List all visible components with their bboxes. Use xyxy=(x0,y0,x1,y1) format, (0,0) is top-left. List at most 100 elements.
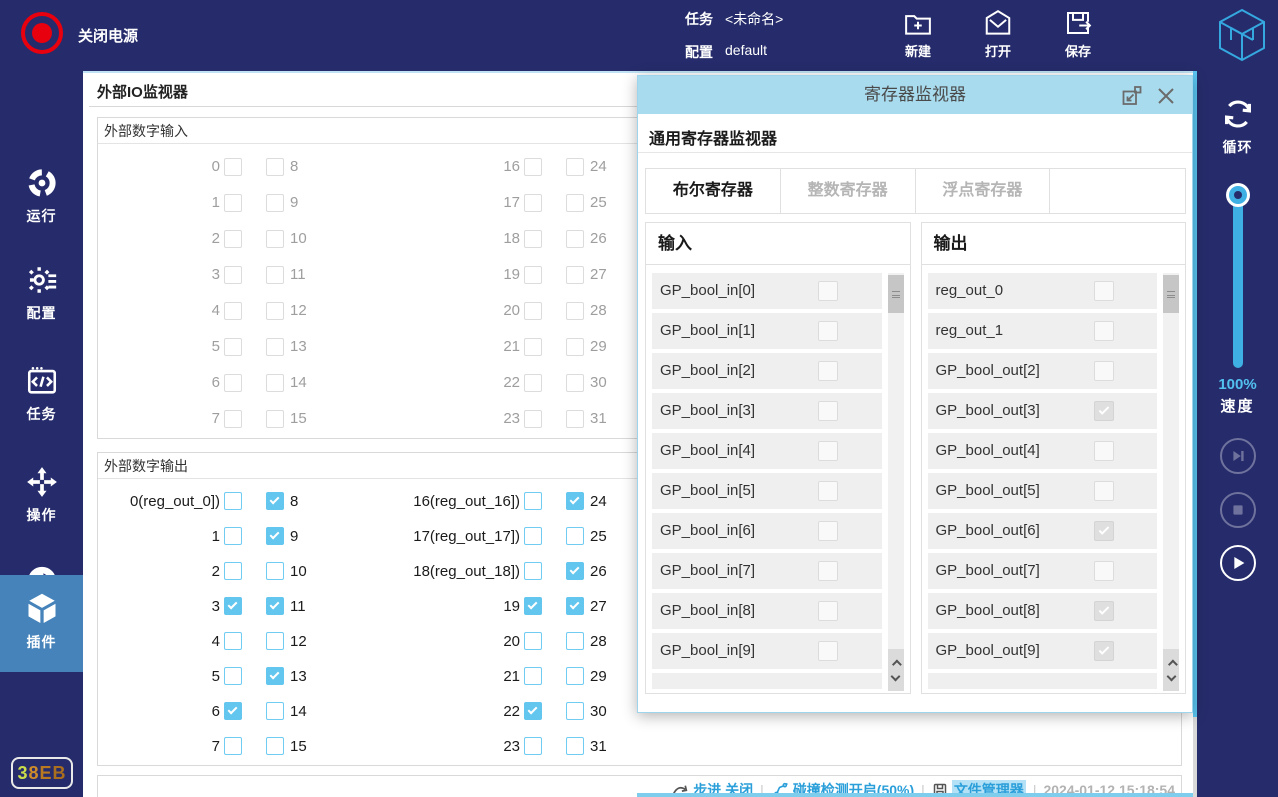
list-item-label: GP_bool_in[0] xyxy=(660,273,755,309)
register-tab[interactable]: 布尔寄存器 xyxy=(646,169,781,213)
io-checkbox xyxy=(524,266,542,284)
io-checkbox[interactable] xyxy=(266,737,284,755)
io-checkbox[interactable] xyxy=(266,632,284,650)
register-tab[interactable]: 整数寄存器 xyxy=(781,169,916,213)
io-label: 3 xyxy=(98,589,220,624)
io-checkbox[interactable] xyxy=(524,527,542,545)
badge-char: B xyxy=(53,763,67,784)
open-button[interactable]: 打开 xyxy=(974,8,1022,60)
io-checkbox xyxy=(224,266,242,284)
io-checkbox[interactable] xyxy=(524,702,542,720)
io-checkbox[interactable] xyxy=(266,527,284,545)
play-button[interactable] xyxy=(1220,545,1256,581)
register-tab[interactable]: 浮点寄存器 xyxy=(916,169,1051,213)
io-checkbox xyxy=(224,374,242,392)
popout-icon[interactable] xyxy=(1120,84,1144,108)
sidebar-item-config[interactable]: 配置 xyxy=(0,263,83,323)
step-forward-button[interactable] xyxy=(1220,438,1256,474)
io-checkbox[interactable] xyxy=(266,702,284,720)
speed-value: 100% xyxy=(1197,376,1278,393)
stop-button[interactable] xyxy=(1220,492,1256,528)
io-checkbox[interactable] xyxy=(566,492,584,510)
scrollbar-thumb[interactable] xyxy=(1163,275,1179,313)
io-label: 2 xyxy=(98,554,220,589)
io-label: 3 xyxy=(98,257,220,293)
io-checkbox[interactable] xyxy=(524,492,542,510)
right-toolbar: 循环 100% 速度 xyxy=(1197,71,1278,797)
io-checkbox[interactable] xyxy=(224,737,242,755)
io-checkbox[interactable] xyxy=(224,492,242,510)
sidebar-item-run[interactable]: 运行 xyxy=(0,166,83,226)
io-checkbox[interactable] xyxy=(224,597,242,615)
list-item-label: GP_bool_out[3] xyxy=(936,393,1040,429)
io-checkbox[interactable] xyxy=(566,562,584,580)
register-checkbox xyxy=(818,561,838,581)
dialog-header[interactable]: 寄存器监视器 xyxy=(638,76,1192,114)
io-checkbox[interactable] xyxy=(566,597,584,615)
io-label: 17 xyxy=(338,185,520,221)
io-checkbox[interactable] xyxy=(224,667,242,685)
config-label: 配置 xyxy=(685,42,713,62)
list-item-label: GP_bool_in[7] xyxy=(660,553,755,589)
code-window-icon xyxy=(25,364,59,398)
register-checkbox xyxy=(1094,521,1114,541)
list-item-label: GP_bool_in[8] xyxy=(660,593,755,629)
loop-mode-button[interactable]: 循环 xyxy=(1197,95,1278,157)
io-checkbox[interactable] xyxy=(224,562,242,580)
scrollbar-thumb[interactable] xyxy=(888,275,904,313)
status-code-badge[interactable]: 38EB xyxy=(11,757,73,789)
io-checkbox[interactable] xyxy=(566,667,584,685)
register-tab-filler xyxy=(1050,169,1185,213)
io-checkbox xyxy=(224,158,242,176)
scrollbar[interactable] xyxy=(888,273,904,691)
list-item: GP_bool_out[5] xyxy=(928,473,1158,509)
sidebar-item-operate[interactable]: 操作 xyxy=(0,465,83,525)
scrollbar-arrows[interactable] xyxy=(888,649,904,691)
io-checkbox[interactable] xyxy=(566,737,584,755)
power-button[interactable] xyxy=(21,12,63,54)
chevron-up-icon xyxy=(892,659,902,669)
close-icon[interactable] xyxy=(1154,84,1178,108)
io-checkbox xyxy=(224,338,242,356)
io-checkbox[interactable] xyxy=(524,737,542,755)
io-checkbox[interactable] xyxy=(524,597,542,615)
open-file-icon xyxy=(982,8,1014,38)
io-label: 4 xyxy=(98,293,220,329)
io-checkbox[interactable] xyxy=(524,562,542,580)
io-checkbox[interactable] xyxy=(224,632,242,650)
list-item-label: GP_bool_out[9] xyxy=(936,633,1040,669)
list-item: GP_bool_out[4] xyxy=(928,433,1158,469)
io-checkbox[interactable] xyxy=(266,492,284,510)
io-checkbox[interactable] xyxy=(224,527,242,545)
io-checkbox[interactable] xyxy=(266,597,284,615)
list-item: GP_bool_in[2] xyxy=(652,353,882,389)
io-checkbox[interactable] xyxy=(566,702,584,720)
io-checkbox[interactable] xyxy=(224,702,242,720)
io-checkbox[interactable] xyxy=(524,632,542,650)
io-checkbox xyxy=(524,230,542,248)
scrollbar[interactable] xyxy=(1163,273,1179,691)
io-checkbox[interactable] xyxy=(266,667,284,685)
io-checkbox[interactable] xyxy=(266,562,284,580)
speed-slider[interactable] xyxy=(1233,190,1243,368)
io-checkbox[interactable] xyxy=(566,632,584,650)
new-button[interactable]: 新建 xyxy=(894,8,942,60)
register-checkbox xyxy=(1094,441,1114,461)
speed-slider-handle[interactable] xyxy=(1226,183,1250,207)
save-button[interactable]: 保存 xyxy=(1054,8,1102,60)
io-label: 21 xyxy=(338,329,520,365)
list-item: GP_bool_out[8] xyxy=(928,593,1158,629)
io-checkbox xyxy=(266,338,284,356)
io-checkbox xyxy=(224,230,242,248)
register-checkbox xyxy=(818,441,838,461)
scrollbar-arrows[interactable] xyxy=(1163,649,1179,691)
io-label: 4 xyxy=(98,624,220,659)
input-list-rows: GP_bool_in[0]GP_bool_in[1]GP_bool_in[2]G… xyxy=(652,273,904,689)
register-checkbox xyxy=(1094,561,1114,581)
sidebar-item-task[interactable]: 任务 xyxy=(0,364,83,424)
io-checkbox[interactable] xyxy=(566,527,584,545)
io-checkbox[interactable] xyxy=(524,667,542,685)
io-label: 6 xyxy=(98,694,220,729)
list-item: GP_bool_in[3] xyxy=(652,393,882,429)
sidebar-item-plugin[interactable]: 插件 xyxy=(0,590,83,652)
